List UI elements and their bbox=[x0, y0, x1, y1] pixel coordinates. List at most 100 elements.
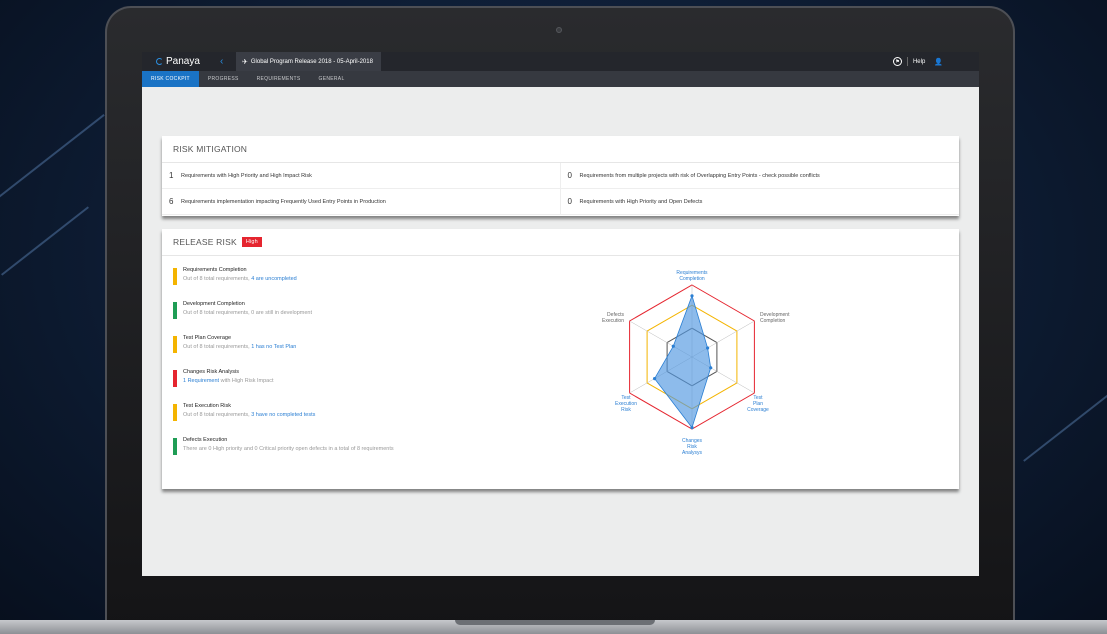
risk-indicator-title: Test Plan Coverage bbox=[183, 335, 231, 341]
mitigation-item[interactable]: 0 Requirements from multiple projects wi… bbox=[560, 163, 959, 189]
risk-indicator-detail: Out of 8 total requirements, 0 are still… bbox=[183, 310, 312, 316]
back-icon[interactable]: ‹ bbox=[220, 56, 236, 67]
radar-label-line: Completion bbox=[679, 276, 705, 282]
release-risk-header: RELEASE RISK High bbox=[162, 229, 959, 256]
mitigation-count: 1 bbox=[169, 171, 174, 180]
risk-indicator[interactable]: Changes Risk Analysis 1 Requirement with … bbox=[173, 369, 394, 403]
detail-link[interactable]: 1 Requirement bbox=[183, 378, 219, 384]
mitigation-item[interactable]: 1 Requirements with High Priority and Hi… bbox=[162, 163, 561, 189]
user-icon[interactable]: 👤 bbox=[934, 58, 943, 66]
radar-label-line: Analysys bbox=[682, 450, 703, 456]
release-selector[interactable]: ✈ Global Program Release 2018 - 05-April… bbox=[236, 52, 381, 71]
risk-indicator-title: Development Completion bbox=[183, 301, 245, 307]
laptop-notch bbox=[455, 620, 655, 625]
detail-text: Out of 8 total requirements, bbox=[183, 276, 252, 282]
risk-indicator[interactable]: Defects Execution There are 0 High priori… bbox=[173, 437, 394, 471]
radar-axis-label: Requirements Completion bbox=[676, 270, 708, 282]
risk-level-badge: High bbox=[241, 237, 262, 247]
risk-indicator[interactable]: Development Completion Out of 8 total req… bbox=[173, 301, 394, 335]
divider bbox=[906, 57, 908, 66]
tab-general[interactable]: GENERAL bbox=[310, 71, 354, 87]
risk-indicator-text: Test Plan Coverage Out of 8 total require… bbox=[183, 335, 296, 369]
logo-icon bbox=[156, 58, 163, 65]
radar-axis-label: Development Completion bbox=[760, 312, 790, 324]
risk-indicator-text: Test Execution Risk Out of 8 total requir… bbox=[183, 403, 315, 437]
radar-axis-label: Test Plan Coverage bbox=[747, 395, 769, 413]
risk-indicator-text: Changes Risk Analysis 1 Requirement with … bbox=[183, 369, 273, 403]
status-bar bbox=[173, 336, 177, 353]
risk-mitigation-card: RISK MITIGATION 1 Requirements with High… bbox=[162, 136, 959, 216]
release-title: Global Program Release 2018 - 05-April-2… bbox=[250, 58, 373, 65]
mitigation-text: Requirements with High Priority and Open… bbox=[579, 198, 703, 205]
risk-indicator-title: Defects Execution bbox=[183, 437, 228, 443]
risk-indicator-text: Requirements Completion Out of 8 total re… bbox=[183, 267, 297, 301]
risk-indicator-list: Requirements Completion Out of 8 total re… bbox=[173, 267, 394, 471]
tab-risk-cockpit[interactable]: RISK COCKPIT bbox=[142, 71, 199, 87]
risk-radar-chart: Requirements Completion Development Complet… bbox=[602, 270, 790, 456]
detail-link[interactable]: 4 are uncompleted bbox=[251, 276, 297, 282]
release-risk-title: RELEASE RISK bbox=[173, 237, 237, 247]
mitigation-count: 0 bbox=[567, 171, 572, 180]
tab-progress[interactable]: PROGRESS bbox=[199, 71, 248, 87]
radar-label-line: Coverage bbox=[747, 407, 769, 413]
mitigation-text: Requirements from multiple projects with… bbox=[579, 172, 820, 179]
header-tools: ⚑ Help 👤 bbox=[892, 52, 943, 71]
detail-link[interactable]: 1 has no Test Plan bbox=[251, 344, 296, 350]
risk-indicator-detail: Out of 8 total requirements, 1 has no Te… bbox=[183, 344, 296, 350]
status-bar bbox=[173, 404, 177, 421]
risk-indicator-detail: 1 Requirement with High Risk Impact bbox=[183, 378, 273, 384]
status-bar bbox=[173, 438, 177, 455]
mitigation-item[interactable]: 6 Requirements implementation impacting … bbox=[162, 189, 561, 215]
risk-mitigation-title: RISK MITIGATION bbox=[162, 136, 959, 163]
risk-indicator[interactable]: Test Execution Risk Out of 8 total requir… bbox=[173, 403, 394, 437]
nav-tabs: RISK COCKPIT PROGRESS REQUIREMENTS GENER… bbox=[142, 71, 979, 87]
logo-text: Panaya bbox=[166, 56, 200, 67]
radar-axis-label: Defects Execution bbox=[602, 312, 624, 324]
risk-indicator-title: Changes Risk Analysis bbox=[183, 369, 239, 375]
help-link[interactable]: Help bbox=[913, 59, 925, 65]
status-bar bbox=[173, 370, 177, 387]
logo[interactable]: Panaya bbox=[142, 56, 220, 67]
radar-point[interactable] bbox=[653, 377, 657, 381]
app-screen: Panaya ‹ ✈ Global Program Release 2018 -… bbox=[142, 52, 979, 576]
detail-text: There are 0 High priority and 0 Critical… bbox=[183, 446, 394, 452]
release-risk-card: RELEASE RISK High Requirements Completio… bbox=[162, 229, 959, 489]
detail-text: Out of 8 total requirements, bbox=[183, 412, 252, 418]
radar-point[interactable] bbox=[671, 344, 675, 348]
tab-requirements[interactable]: REQUIREMENTS bbox=[248, 71, 310, 87]
detail-link[interactable]: 3 have no completed tests bbox=[251, 412, 315, 418]
mitigation-text: Requirements with High Priority and High… bbox=[181, 172, 312, 179]
mitigation-item[interactable]: 0 Requirements with High Priority and Op… bbox=[560, 189, 959, 215]
risk-indicator-text: Development Completion Out of 8 total req… bbox=[183, 301, 312, 335]
radar-axis-label: Test Execution Risk bbox=[615, 395, 637, 413]
status-bar bbox=[173, 268, 177, 285]
radar-label-line: Risk bbox=[621, 407, 631, 413]
radar-point[interactable] bbox=[709, 366, 713, 370]
radar-point[interactable] bbox=[690, 426, 694, 430]
risk-indicator-title: Test Execution Risk bbox=[183, 403, 231, 409]
mitigation-count: 0 bbox=[567, 197, 572, 206]
status-bar bbox=[173, 302, 177, 319]
flag-icon[interactable]: ⚑ bbox=[892, 57, 902, 66]
radar-axis-label: Changes Risk Analysys bbox=[682, 438, 703, 456]
radar-point[interactable] bbox=[706, 346, 710, 350]
detail-text-rest: with High Risk Impact bbox=[219, 378, 274, 384]
top-bar: Panaya ‹ ✈ Global Program Release 2018 -… bbox=[142, 52, 979, 71]
radar-label-line: Completion bbox=[760, 318, 786, 324]
risk-indicator[interactable]: Test Plan Coverage Out of 8 total require… bbox=[173, 335, 394, 369]
risk-indicator-title: Requirements Completion bbox=[183, 267, 247, 273]
risk-indicator[interactable]: Requirements Completion Out of 8 total re… bbox=[173, 267, 394, 301]
risk-indicator-detail: Out of 8 total requirements, 3 have no c… bbox=[183, 412, 315, 418]
detail-text: Out of 8 total requirements, bbox=[183, 344, 252, 350]
mitigation-count: 6 bbox=[169, 197, 174, 206]
risk-indicator-detail: There are 0 High priority and 0 Critical… bbox=[183, 446, 394, 452]
risk-indicator-detail: Out of 8 total requirements, 4 are uncom… bbox=[183, 276, 297, 282]
radar-label-line: Execution bbox=[602, 318, 624, 324]
rocket-icon: ✈ bbox=[242, 58, 248, 66]
detail-text: Out of 8 total requirements, 0 are still… bbox=[183, 310, 313, 316]
risk-indicator-text: Defects Execution There are 0 High priori… bbox=[183, 437, 394, 471]
camera bbox=[556, 27, 562, 33]
mitigation-text: Requirements implementation impacting Fr… bbox=[181, 198, 386, 205]
radar-point[interactable] bbox=[690, 294, 694, 298]
radar-risk-area bbox=[654, 294, 712, 429]
